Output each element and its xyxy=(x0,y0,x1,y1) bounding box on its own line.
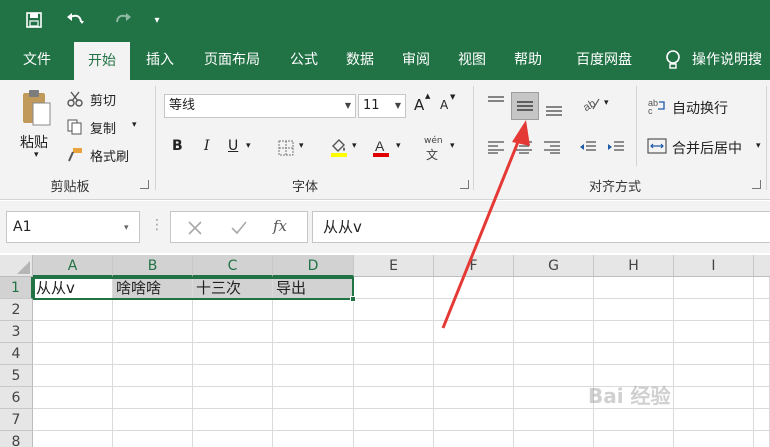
watermark: Bai 经验 xyxy=(588,384,671,408)
